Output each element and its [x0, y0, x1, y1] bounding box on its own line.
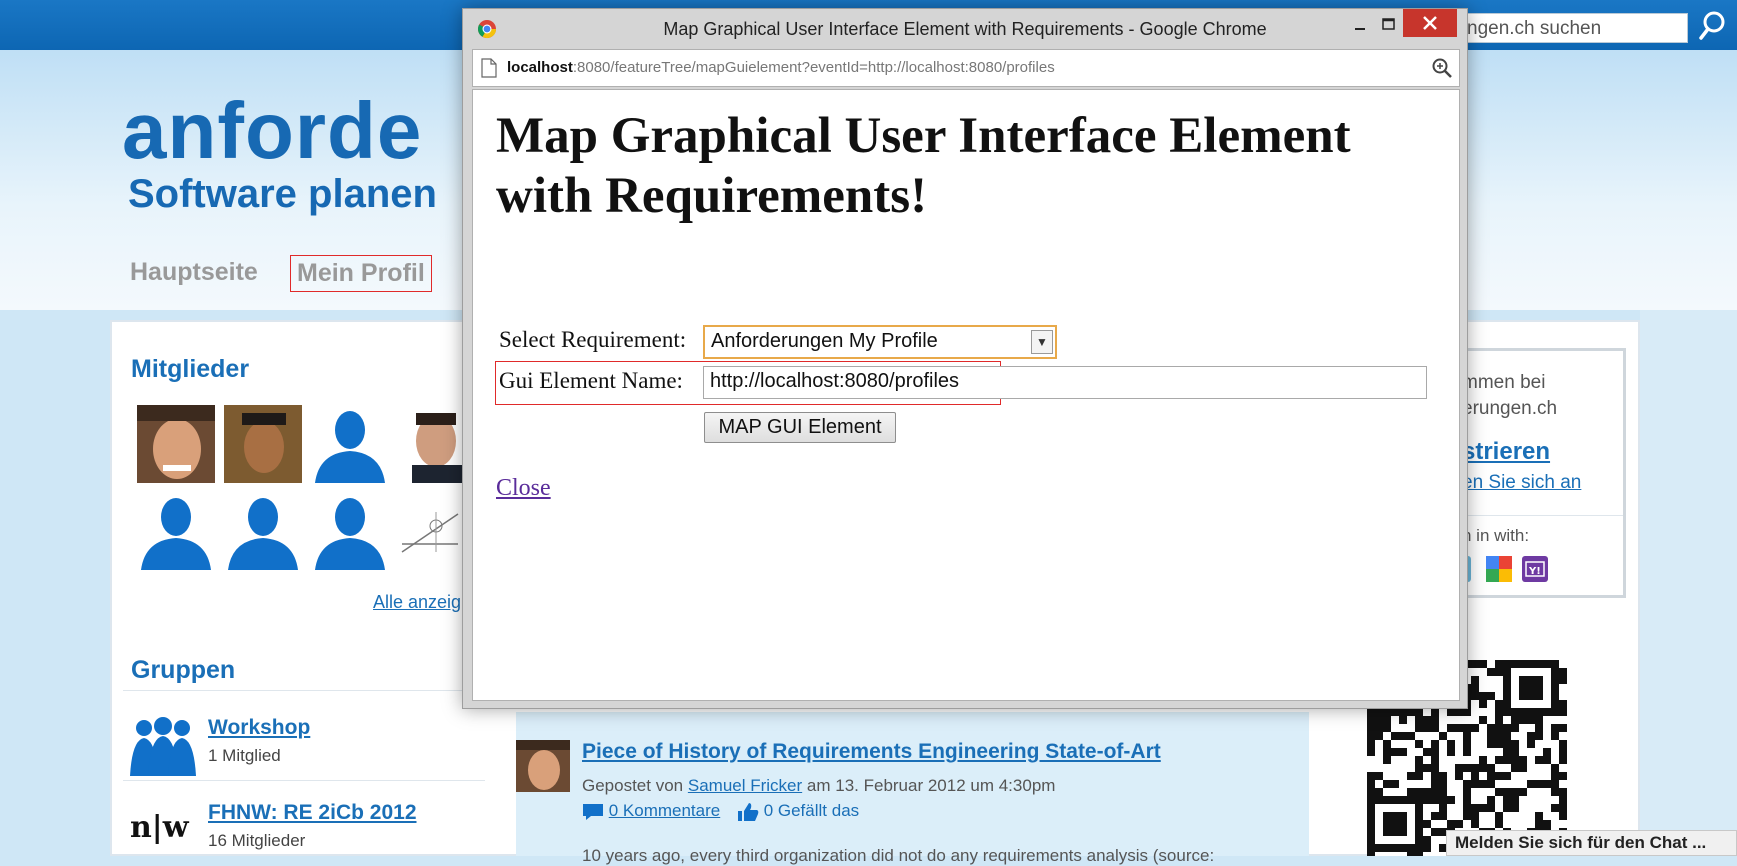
- login-welcome-text: erungen.ch: [1462, 398, 1558, 419]
- popup-titlebar[interactable]: Map Graphical User Interface Element wit…: [463, 9, 1467, 47]
- member-avatar-photo[interactable]: [137, 405, 215, 483]
- yahoo-icon[interactable]: Y!: [1522, 556, 1548, 582]
- requirement-select[interactable]: Anforderungen My Profile ▼: [703, 325, 1057, 359]
- nav-hauptseite[interactable]: Hauptseite: [130, 258, 258, 287]
- gui-element-name-label: Gui Element Name:: [499, 368, 683, 393]
- show-all-members-link[interactable]: Alle anzeig: [373, 592, 461, 613]
- url-host: localhost: [507, 59, 573, 76]
- blog-author-avatar[interactable]: [516, 740, 570, 792]
- comments-link[interactable]: 0 Kommentare: [582, 801, 720, 821]
- gui-element-name-input[interactable]: http://localhost:8080/profiles: [703, 366, 1427, 399]
- comments-count[interactable]: 0 Kommentare: [609, 801, 721, 820]
- likes-count: 0 Gefällt das: [763, 801, 860, 820]
- close-link[interactable]: Close: [496, 475, 551, 502]
- minimize-icon[interactable]: [1347, 13, 1373, 37]
- groups-title: Gruppen: [131, 656, 236, 684]
- site-search-input[interactable]: ngen.ch suchen: [1460, 13, 1688, 43]
- sign-in-link[interactable]: en Sie sich an: [1462, 472, 1581, 494]
- meta-date: am 13. Februar 2012 um 4:30pm: [806, 776, 1056, 795]
- requirement-select-value: Anforderungen My Profile: [711, 330, 938, 352]
- member-avatar-placeholder[interactable]: [224, 492, 302, 570]
- sign-in-with-label: n in with:: [1462, 526, 1530, 545]
- blog-post-meta: Gepostet von Samuel Fricker am 13. Febru…: [582, 776, 1055, 796]
- group-name[interactable]: FHNW: RE 2iCb 2012: [208, 801, 417, 825]
- blog-post-actions: 0 Kommentare 0 Gefällt das: [582, 801, 871, 822]
- close-icon[interactable]: [1403, 9, 1457, 37]
- member-avatar-sketch[interactable]: [398, 492, 462, 570]
- divider: [1455, 515, 1623, 516]
- fhnw-logo: n|w: [130, 810, 189, 845]
- map-gui-element-button[interactable]: MAP GUI Element: [704, 412, 896, 443]
- group-icon: [130, 710, 196, 776]
- group-member-count: 1 Mitglied: [208, 746, 281, 765]
- popup-window: Map Graphical User Interface Element wit…: [462, 8, 1468, 709]
- chat-bar[interactable]: Melden Sie sich für den Chat ...: [1446, 830, 1737, 856]
- group-member-count: 16 Mitglieder: [208, 831, 306, 850]
- zoom-icon[interactable]: [1431, 57, 1453, 79]
- divider: [123, 780, 485, 781]
- member-avatar-photo[interactable]: [398, 405, 462, 483]
- chevron-down-icon[interactable]: ▼: [1031, 330, 1053, 354]
- site-logo[interactable]: anforde: [122, 85, 422, 177]
- meta-prefix: Gepostet von: [582, 776, 684, 795]
- login-welcome-text: mmen bei: [1462, 372, 1546, 393]
- likes[interactable]: 0 Gefällt das: [737, 801, 859, 822]
- site-tagline: Software planen: [128, 172, 437, 216]
- svg-text:Y!: Y!: [1528, 566, 1541, 577]
- author-link[interactable]: Samuel Fricker: [688, 776, 802, 795]
- comment-icon: [583, 803, 603, 820]
- url-text[interactable]: localhost:8080/featureTree/mapGuielement…: [507, 59, 1055, 76]
- group-name[interactable]: Workshop: [208, 716, 310, 740]
- nav-mein-profil[interactable]: Mein Profil: [290, 255, 432, 292]
- page-icon: [481, 58, 497, 78]
- thumbs-up-icon[interactable]: [737, 802, 759, 822]
- url-path: :8080/featureTree/mapGuielement?eventId=…: [572, 59, 1055, 76]
- select-requirement-label: Select Requirement:: [499, 327, 687, 352]
- popup-page: Map Graphical User Interface Element wit…: [472, 89, 1460, 701]
- search-icon[interactable]: [1694, 8, 1730, 44]
- member-avatar-placeholder[interactable]: [137, 492, 215, 570]
- members-title: Mitglieder: [131, 355, 250, 383]
- content-background: [1640, 310, 1737, 856]
- member-avatar-placeholder[interactable]: [311, 405, 389, 483]
- member-avatar-photo[interactable]: [224, 405, 302, 483]
- window-title: Map Graphical User Interface Element wit…: [663, 19, 1267, 39]
- blog-post-excerpt: 10 years ago, every third organization d…: [582, 846, 1215, 865]
- address-bar[interactable]: localhost:8080/featureTree/mapGuielement…: [472, 49, 1460, 87]
- register-link[interactable]: strieren: [1462, 438, 1550, 466]
- member-avatar-placeholder[interactable]: [311, 492, 389, 570]
- maximize-icon[interactable]: [1375, 13, 1401, 37]
- page-heading: Map Graphical User Interface Element wit…: [496, 108, 1351, 224]
- google-icon[interactable]: [1486, 556, 1512, 582]
- blog-post-title[interactable]: Piece of History of Requirements Enginee…: [582, 740, 1161, 764]
- divider: [123, 690, 485, 691]
